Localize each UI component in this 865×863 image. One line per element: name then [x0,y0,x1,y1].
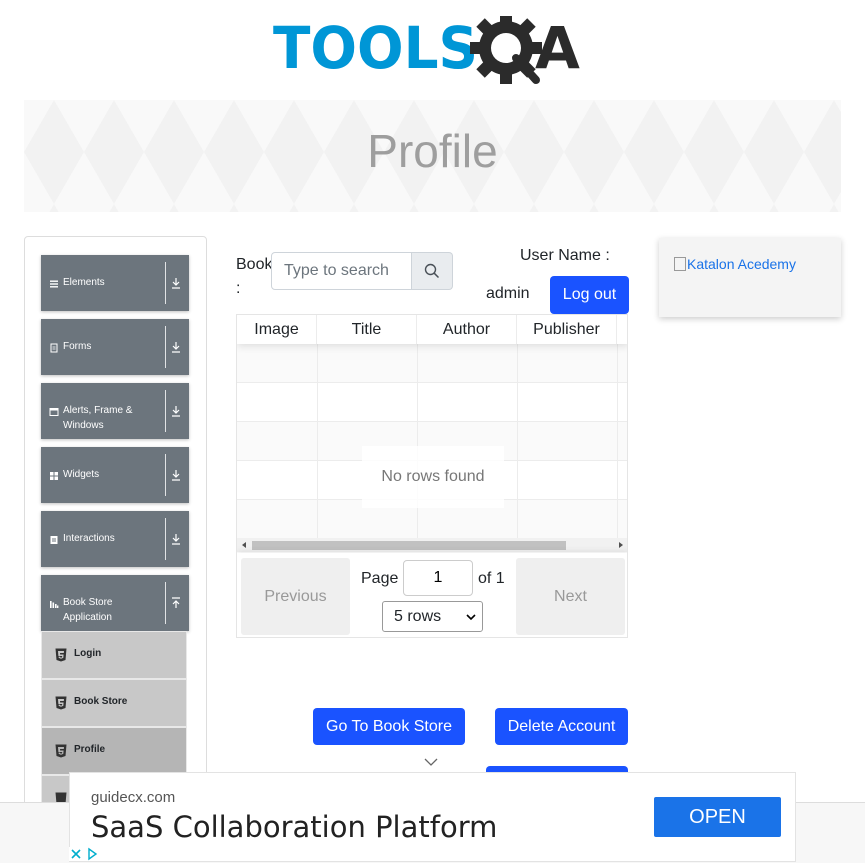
search-box [271,252,453,290]
side-ad-alt-text: Katalon Acedemy [687,256,796,272]
sidebar-group-widgets[interactable]: Widgets [41,447,189,503]
sidebar-group-label: Alerts, Frame & Windows [63,405,133,431]
sidebar-group-interactions[interactable]: Interactions [41,511,189,567]
pagination-bar: Previous Page of 1 5 rows Next [237,553,627,637]
ad-domain: guidecx.com [91,789,176,806]
ad-headline: SaaS Collaboration Platform [91,810,498,844]
delete-account-button[interactable]: Delete Account [495,708,628,745]
upload-arrow-icon [172,597,180,608]
ad-info-icon[interactable] [85,847,99,861]
page-label: Page [361,570,399,587]
scroll-left-icon[interactable] [240,541,248,549]
sidebar-item-label: Login [74,648,102,659]
sidebar-item-label: Book Store [74,696,128,707]
window-icon [49,408,59,416]
scroll-right-icon[interactable] [617,541,625,549]
logo-text-right: A [535,16,580,82]
previous-button[interactable]: Previous [241,558,350,635]
chevron-down-icon [466,614,476,621]
form-icon [50,343,58,353]
interaction-icon [50,536,58,544]
side-ad: Katalon Acedemy [659,238,841,317]
side-ad-image-link[interactable]: Katalon Acedemy [674,256,796,272]
left-sidebar: Elements Forms Alerts, Frame & Windows W… [24,236,207,838]
chevron-down-icon[interactable] [424,757,438,767]
ad-choices[interactable] [69,847,101,862]
empty-table-message: No rows found [362,446,504,508]
go-to-book-store-button[interactable]: Go To Book Store [313,708,465,745]
page-title: Profile [367,125,498,177]
sidebar-item-label: Profile [74,744,106,755]
bottom-ad[interactable]: guidecx.com SaaS Collaboration Platform … [69,772,796,862]
books-table: Image Title Author Publisher No rows fou… [236,314,628,638]
download-arrow-icon [172,534,180,545]
download-arrow-icon [172,406,180,417]
sidebar-group-forms[interactable]: Forms [41,319,189,375]
logout-button[interactable]: Log out [550,276,629,314]
ad-close-icon[interactable] [69,847,83,861]
user-name-label: User Name : [520,247,610,264]
gear-magnifier-icon [470,12,542,84]
menu-icon [50,280,58,288]
sidebar-group-label: Interactions [63,533,115,544]
table-row [237,383,627,422]
download-arrow-icon [172,342,180,353]
bar-chart-icon [50,601,59,608]
column-header-image[interactable]: Image [237,315,317,344]
sidebar-group-alerts[interactable]: Alerts, Frame & Windows [41,383,189,439]
download-arrow-icon [172,278,180,289]
sidebar-group-label: Forms [63,341,92,352]
sidebar-group-label: Elements [63,277,105,288]
sidebar-item-profile[interactable]: Profile [41,727,187,775]
page-banner: Profile [24,100,841,212]
scrollbar-thumb[interactable] [252,541,566,550]
table-header: Image Title Author Publisher [237,315,627,344]
column-header-publisher[interactable]: Publisher [517,315,617,344]
html5-icon [55,696,67,710]
logo-text-left: TOOLS [273,16,478,82]
search-icon [424,263,440,279]
html5-icon [55,744,67,758]
html5-icon [55,648,67,662]
toolsqa-logo[interactable]: TOOLS A [273,12,598,90]
next-button[interactable]: Next [516,558,625,635]
search-input[interactable] [271,252,412,290]
sidebar-item-book-store[interactable]: Book Store [41,679,187,727]
grid-icon [50,472,58,480]
page-number-input[interactable] [403,560,473,596]
broken-image-icon [674,257,686,271]
search-button[interactable] [412,252,453,290]
column-header-author[interactable]: Author [417,315,517,344]
horizontal-scrollbar[interactable] [237,538,627,552]
column-header-title[interactable]: Title [317,315,417,344]
book-label: Book : [236,256,273,297]
download-arrow-icon [172,470,180,481]
table-row [237,344,627,383]
sidebar-item-login[interactable]: Login [41,631,187,679]
page-total-label: of 1 [478,570,505,587]
sidebar-group-book-store-application[interactable]: Book Store Application [41,575,189,631]
sidebar-group-elements[interactable]: Elements [41,255,189,311]
sidebar-group-label: Widgets [63,469,100,480]
ad-open-button[interactable]: OPEN [654,797,781,837]
rows-per-page-select[interactable]: 5 rows [382,601,483,632]
rows-per-page-value: 5 rows [394,608,442,625]
sidebar-group-label: Book Store Application [63,597,113,623]
user-name-value: admin [486,285,530,302]
